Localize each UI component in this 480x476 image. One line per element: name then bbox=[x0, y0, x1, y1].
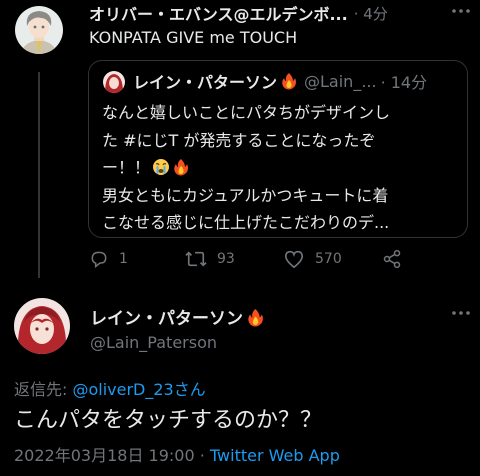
timestamp: · 14分 bbox=[380, 73, 428, 92]
more-icon[interactable] bbox=[450, 302, 472, 324]
quote-text-line-with-emoji: ー！！ bbox=[102, 154, 458, 182]
retweet-icon bbox=[185, 251, 207, 267]
avatar[interactable] bbox=[14, 298, 70, 354]
like-button[interactable]: 570 bbox=[283, 249, 342, 269]
meta-separator: · bbox=[194, 446, 210, 465]
crying-face-icon bbox=[153, 159, 170, 175]
thread-connector-line bbox=[38, 72, 40, 278]
tweet-text: KONPATA GIVE me TOUCH bbox=[89, 28, 298, 47]
quote-text-fragment: ー！！ bbox=[102, 158, 151, 177]
action-bar: 1 93 570 bbox=[89, 249, 419, 273]
quote-text: なんと嬉しいことにパタちがデザインし た #にじT が発売することになったぞ ー… bbox=[102, 99, 458, 237]
tweet-datetime[interactable]: 2022年03月18日 19:00 bbox=[14, 446, 195, 465]
display-name: レイン・パターソン bbox=[133, 73, 278, 92]
quote-text-line: こなせる感じに仕上げたこだわりのデ... bbox=[102, 213, 390, 232]
tweet-header: オリバー・エバンス@エルデンボ... · 4分 bbox=[89, 1, 469, 25]
avatar[interactable] bbox=[15, 6, 63, 54]
quote-header: レイン・パターソン @Lain_... · 14分 bbox=[133, 69, 427, 93]
more-icon[interactable] bbox=[450, 0, 472, 22]
reply-icon bbox=[91, 251, 107, 269]
share-button[interactable] bbox=[382, 249, 412, 269]
handle: @Lain_... bbox=[304, 71, 377, 91]
display-name-text: レイン・パターソン bbox=[90, 309, 243, 329]
source-app-link[interactable]: Twitter Web App bbox=[210, 446, 340, 465]
reply-count: 1 bbox=[119, 251, 128, 267]
avatar bbox=[103, 71, 125, 93]
quoted-tweet[interactable]: レイン・パターソン @Lain_... · 14分 なんと嬉しいことにパタちがデ… bbox=[88, 60, 468, 238]
retweet-count: 93 bbox=[217, 251, 235, 267]
reply-user-link[interactable]: @oliverD_23さん bbox=[72, 380, 205, 399]
fire-icon bbox=[174, 159, 189, 176]
handle[interactable]: @Lain_Paterson bbox=[90, 333, 217, 352]
reply-context: 返信先: @oliverD_23さん bbox=[14, 376, 206, 400]
timestamp[interactable]: · 4分 bbox=[354, 3, 388, 24]
like-icon bbox=[284, 250, 304, 269]
display-name[interactable]: レイン・パターソン bbox=[90, 304, 265, 329]
like-count: 570 bbox=[315, 251, 342, 267]
retweet-button[interactable]: 93 bbox=[185, 249, 235, 269]
quote-text-line: た #にじT が発売することになったぞ bbox=[102, 130, 376, 150]
fire-icon bbox=[248, 309, 263, 327]
quote-text-line: なんと嬉しいことにパタちがデザインし bbox=[102, 103, 391, 122]
display-name[interactable]: オリバー・エバンス@エルデンボ... bbox=[89, 1, 348, 25]
share-icon bbox=[383, 249, 401, 269]
fire-icon bbox=[282, 73, 297, 90]
reply-prefix: 返信先: bbox=[14, 380, 73, 399]
reply-button[interactable]: 1 bbox=[89, 249, 128, 269]
tweet-text: こんパタをタッチするのか？？ bbox=[14, 408, 323, 433]
tweet-meta: 2022年03月18日 19:00 · Twitter Web App bbox=[14, 442, 340, 466]
quote-text-line: 男女ともにカジュアルかつキュートに着 bbox=[102, 185, 389, 205]
